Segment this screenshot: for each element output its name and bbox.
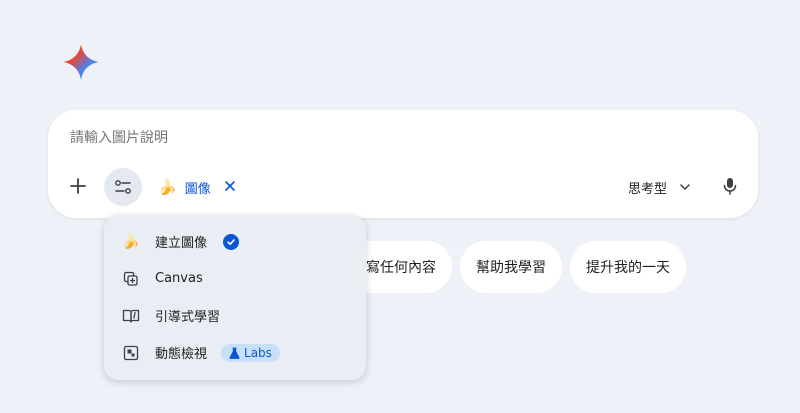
guided-learning-icon xyxy=(121,306,141,326)
menu-item-label: 引導式學習 xyxy=(155,310,221,325)
prompt-box: 🍌 圖像 思考型 xyxy=(48,110,758,218)
menu-item-guided-learning[interactable]: 引導式學習 xyxy=(104,297,366,334)
menu-item-canvas[interactable]: Canvas xyxy=(104,260,366,297)
tools-menu: 🍌 建立圖像 Canvas 引導式學習 動態檢視 Labs xyxy=(104,215,366,380)
labs-badge: Labs xyxy=(221,343,280,362)
menu-item-label: Canvas xyxy=(155,271,203,286)
tools-sliders-icon xyxy=(115,180,131,194)
prompt-input[interactable] xyxy=(70,130,690,146)
menu-item-label: 建立圖像 xyxy=(155,236,208,251)
gemini-logo xyxy=(62,43,100,81)
banana-icon: 🍌 xyxy=(122,233,140,250)
gemini-spark-icon xyxy=(63,44,99,80)
menu-item-dynamic-view[interactable]: 動態檢視 Labs xyxy=(104,334,366,371)
labs-badge-label: Labs xyxy=(244,345,272,360)
checkmark-icon xyxy=(223,233,240,250)
suggestion-chip[interactable]: 提升我的一天 xyxy=(570,241,686,293)
add-button[interactable] xyxy=(64,172,92,200)
dynamic-view-icon xyxy=(121,343,141,363)
active-tool-chip[interactable]: 🍌 圖像 xyxy=(158,176,235,198)
close-icon[interactable] xyxy=(224,179,235,195)
mic-icon xyxy=(723,178,737,195)
menu-item-create-image[interactable]: 🍌 建立圖像 xyxy=(104,223,366,260)
tools-button[interactable] xyxy=(104,168,142,206)
active-tool-label: 圖像 xyxy=(184,181,211,197)
banana-icon: 🍌 xyxy=(158,178,177,196)
menu-item-label: 動態檢視 xyxy=(155,347,208,362)
suggestion-chips: 寫任何內容 幫助我學習 提升我的一天 xyxy=(330,241,686,293)
model-label: 思考型 xyxy=(628,181,668,197)
canvas-icon xyxy=(121,269,141,289)
chevron-down-icon xyxy=(680,184,690,190)
plus-icon xyxy=(70,178,86,194)
model-select[interactable]: 思考型 xyxy=(628,176,691,198)
flask-icon xyxy=(229,347,240,359)
suggestion-chip[interactable]: 幫助我學習 xyxy=(460,241,562,293)
mic-button[interactable] xyxy=(716,172,744,200)
